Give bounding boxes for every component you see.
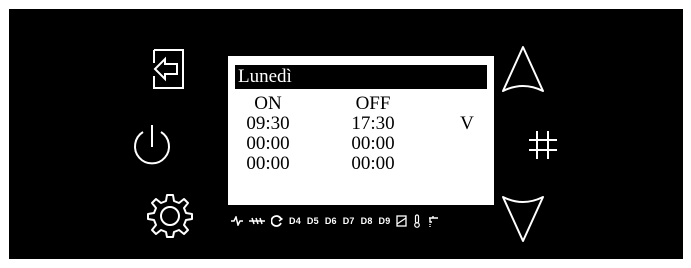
flow-icon xyxy=(249,216,265,226)
tap-icon xyxy=(427,215,439,227)
power-icon xyxy=(134,125,170,165)
row-1-off-time: 17:30 xyxy=(351,113,395,134)
exit-icon xyxy=(153,49,184,89)
display-title: Lunedì xyxy=(235,65,487,89)
control-panel: Lunedì ON OFF 09:30 17:30 V 00:00 00:00 … xyxy=(9,9,683,259)
hash-button[interactable] xyxy=(527,128,559,162)
header-off: OFF xyxy=(355,93,391,114)
up-button[interactable] xyxy=(500,44,546,96)
arrow-up-icon xyxy=(502,46,544,92)
row-2-on-time: 00:00 xyxy=(246,133,290,154)
exit-button[interactable] xyxy=(149,47,189,91)
status-bar: D4 D5 D6 D7 D8 D9 xyxy=(231,209,439,233)
row-1-on-time: 09:30 xyxy=(246,113,290,134)
arrow-down-icon xyxy=(502,196,544,242)
hash-icon xyxy=(529,131,557,159)
settings-button[interactable] xyxy=(146,192,194,240)
tank-icon xyxy=(396,215,408,227)
power-button[interactable] xyxy=(130,122,174,170)
row-1-active-flag: V xyxy=(460,113,474,134)
row-3-on-time: 00:00 xyxy=(246,153,290,174)
lcd-display: Lunedì ON OFF 09:30 17:30 V 00:00 00:00 … xyxy=(228,56,494,205)
d9-label: D9 xyxy=(378,216,391,226)
row-2-off-time: 00:00 xyxy=(351,133,395,154)
header-on: ON xyxy=(254,93,282,114)
d4-label: D4 xyxy=(289,216,301,226)
d7-label: D7 xyxy=(342,216,355,226)
down-button[interactable] xyxy=(500,192,546,244)
d8-label: D8 xyxy=(360,216,373,226)
thermometer-icon xyxy=(413,214,421,228)
row-3-off-time: 00:00 xyxy=(351,153,395,174)
cycle-icon xyxy=(271,215,283,227)
d5-label: D5 xyxy=(306,216,319,226)
d6-label: D6 xyxy=(324,216,337,226)
gear-icon xyxy=(147,194,193,238)
pump-icon xyxy=(231,216,243,226)
